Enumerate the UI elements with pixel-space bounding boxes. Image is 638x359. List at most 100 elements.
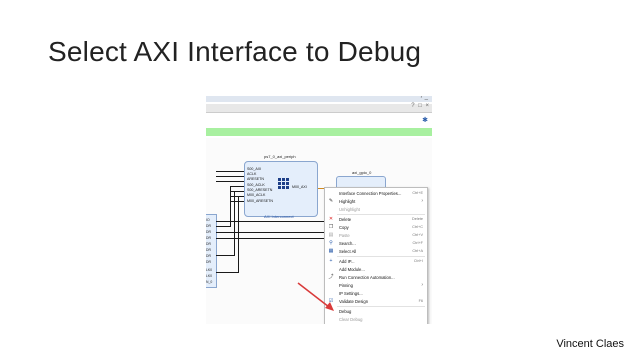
port-label: S00_AXI [247,167,262,171]
left-port: DR [206,248,211,252]
menu-item-add-ip[interactable]: + Add IP... Ctrl+I [325,258,427,266]
port-label: ARESETN [247,177,264,181]
vivado-screenshot: ? _ ? □ × ✱ IO DR DR DR DR DR DR DR LK0 … [206,96,432,324]
select-all-icon: ▦ [328,248,334,254]
menu-item-label: Add IP... [339,259,355,264]
menu-separator [337,306,425,307]
menu-item-ip-settings[interactable]: IP Settings... [325,290,427,298]
menu-item-clear-debug[interactable]: Clear Debug [325,316,427,324]
wire[interactable] [216,238,324,239]
port-label: M00_ARESETN [247,199,273,203]
chevron-right-icon: › [421,282,423,288]
wire[interactable] [216,272,239,273]
menu-item-shortcut: Ctrl+E [412,191,423,195]
menu-item-interface-connection-properties[interactable]: Interface Connection Properties... Ctrl+… [325,190,427,198]
window-titlebar: ? _ [206,96,432,102]
diagram-toolbar: ? □ × [206,103,432,113]
wire[interactable] [216,176,246,177]
port-label-out: M00_AXI [292,185,307,189]
menu-item-highlight[interactable]: ✎ Highlight › [325,198,427,206]
port-label: ACLK [247,172,257,176]
menu-item-validate-design[interactable]: ☑ Validate Design F6 [325,298,427,306]
menu-item-label: Search... [339,241,356,246]
menu-item-label: Unhighlight [339,207,360,212]
chevron-right-icon: › [421,198,423,204]
left-port: DR [206,254,211,258]
menu-item-run-connection-automation[interactable]: ⤴ Run Connection Automation... [325,274,427,282]
left-port: DR [206,230,211,234]
automation-icon: ⤴ [328,274,334,280]
paste-icon: ▤ [328,232,334,238]
interconnect-title: ps7_0_axi_periph [264,154,296,159]
menu-item-label: Copy [339,225,349,230]
menu-separator [337,256,425,257]
menu-separator [337,214,425,215]
menu-item-label: Select All [339,249,357,254]
context-menu: Interface Connection Properties... Ctrl+… [324,187,428,324]
menu-item-shortcut: Ctrl+A [412,249,423,253]
menu-item-shortcut: Ctrl+V [412,233,423,237]
copy-icon: ❐ [328,224,334,230]
menu-item-search[interactable]: ⚲ Search... Ctrl+F [325,240,427,248]
wire[interactable] [216,221,324,222]
wire[interactable] [216,226,231,227]
designer-assistance-bar[interactable] [206,128,432,136]
menu-item-debug[interactable]: Debug [325,308,427,316]
gear-icon[interactable]: ✱ [422,116,428,124]
menu-item-delete[interactable]: ✕ Delete Delete [325,216,427,224]
wire[interactable] [230,186,231,226]
menu-item-select-all[interactable]: ▦ Select All Ctrl+A [325,248,427,256]
menu-item-shortcut: Ctrl+I [413,259,423,263]
menu-item-shortcut: Ctrl+C [412,225,423,229]
port-label: S00_ACLK [247,183,265,187]
menu-item-label: Clear Debug [339,317,363,322]
update-icon: ☑ [328,298,334,304]
menu-item-label: Highlight [339,199,356,204]
port-label: M00_ACLK [247,193,266,197]
left-port: DR [206,260,211,264]
left-port: LK0 [206,274,213,278]
menu-item-label: Debug [339,309,352,314]
panel-controls[interactable]: ? □ × [411,103,430,109]
wire[interactable] [238,196,239,272]
menu-item-shortcut: Ctrl+F [412,241,423,245]
left-port: LK0 [206,268,213,272]
menu-item-label: IP Settings... [339,291,363,296]
wire[interactable] [216,171,246,172]
menu-item-copy[interactable]: ❐ Copy Ctrl+C [325,224,427,232]
menu-item-shortcut: F6 [418,299,423,303]
menu-item-label: Pinning [339,283,353,288]
port-label: S00_ARESETN [247,188,273,192]
menu-item-label: Paste [339,233,350,238]
window-controls[interactable]: ? _ [420,96,428,100]
menu-item-add-module[interactable]: Add Module... [325,266,427,274]
menu-item-shortcut: Delete [412,217,423,221]
left-port: DR [206,236,211,240]
menu-item-paste[interactable]: ▤ Paste Ctrl+V [325,232,427,240]
wire[interactable] [234,191,235,255]
delete-icon: ✕ [328,216,334,222]
left-port: N_0 [206,280,213,284]
wire[interactable] [216,181,246,182]
menu-item-label: Delete [339,217,352,222]
wire[interactable] [216,232,324,233]
menu-item-label: Interface Connection Properties... [339,191,402,196]
selected-interface-wire[interactable] [317,188,324,189]
menu-item-pinning[interactable]: Pinning › [325,282,427,290]
wire[interactable] [216,255,235,256]
highlight-icon: ✎ [328,198,334,204]
menu-item-label: Add Module... [339,267,365,272]
interconnect-symbol-icon [278,178,290,190]
gpio-title: axi_gpio_0 [352,170,372,175]
interconnect-label: AXI Interconnect [264,214,294,219]
menu-item-label: Validate Design [339,299,369,304]
menu-item-label: Run Connection Automation... [339,275,395,280]
left-port: DR [206,224,211,228]
search-icon: ⚲ [329,240,333,246]
left-port: IO [206,218,210,222]
add-icon: + [329,258,333,264]
menu-item-unhighlight[interactable]: Unhighlight [325,206,427,214]
author-name: Vincent Claes [556,338,624,350]
slide-title: Select AXI Interface to Debug [48,36,422,67]
left-port: DR [206,242,211,246]
